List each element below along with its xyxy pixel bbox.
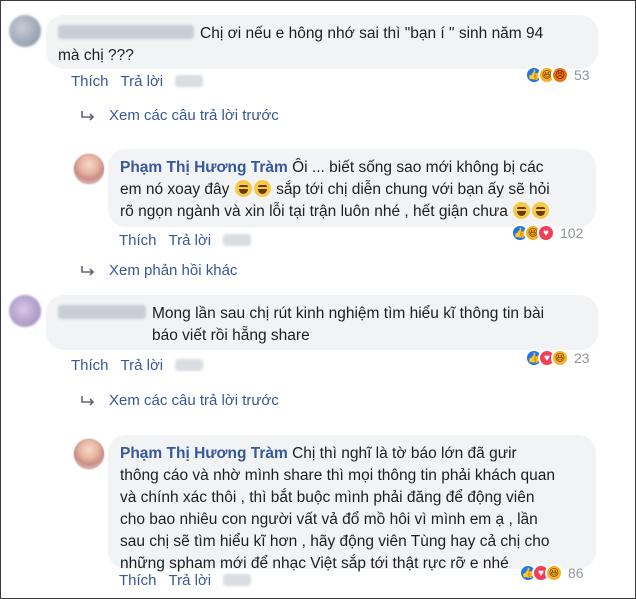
comment-bubble: Phạm Thị Hương Tràm Ôi ... biết sống sao… [108, 149, 596, 227]
reaction-summary[interactable]: 👍 ♥ 😆 23 [525, 349, 590, 367]
comment-text-line: báo viết rồi hẵng share [152, 327, 310, 344]
love-icon: ♥ [537, 224, 555, 242]
comment-text-line: Ôi ... biết sống sao mới không bị các [292, 159, 544, 176]
laughing-emoji-icon [532, 202, 550, 219]
view-more-replies-label: Xem phản hồi khác [109, 262, 238, 279]
comment-text-line: Mong lần sau chị rút kinh nghiệm tìm hiể… [152, 305, 545, 322]
reply-link[interactable]: Trả lời [169, 572, 212, 589]
comment-text-line: cho bao nhiêu con người vất vả đổ mồ hôi… [120, 511, 538, 528]
comment-thread: Chị ơi nếu e hông nhớ sai thì "bạn í " s… [0, 0, 636, 599]
reaction-summary[interactable]: 👍 ♥ 😆 86 [519, 564, 584, 582]
comment-text-line: sắp tới chị diễn chung với bạn ấy sẽ hỏi [276, 181, 550, 198]
view-previous-replies-label: Xem các câu trả lời trước [109, 107, 279, 124]
like-link[interactable]: Thích [119, 572, 157, 589]
reaction-count: 53 [574, 67, 590, 83]
reply-link[interactable]: Trả lời [121, 357, 164, 374]
reply-arrow-icon [81, 265, 95, 276]
comment-text-line: Chị thì nghĩ là tờ báo lớn đã gưir [292, 445, 517, 462]
haha-icon: 😆 [545, 564, 563, 582]
comment-bubble: Chị ơi nếu e hông nhớ sai thì "bạn í " s… [46, 15, 598, 69]
comment-text-line: mà chị ??? [58, 47, 134, 64]
like-link[interactable]: Thích [71, 357, 109, 374]
comment-actions: Thích Trả lời [119, 232, 263, 249]
reply-arrow-icon [81, 110, 95, 121]
comment-actions: Thích Trả lời [71, 73, 215, 90]
comment-text-line: rõ ngọn ngành và xin lỗi tại trận luôn n… [120, 203, 508, 220]
reply-link[interactable]: Trả lời [121, 73, 164, 90]
reaction-count: 23 [574, 350, 590, 366]
like-link[interactable]: Thích [119, 232, 157, 249]
reaction-summary[interactable]: 👍 😆 ♥ 102 [511, 224, 583, 242]
laughing-emoji-icon [234, 180, 252, 197]
comment-text-line: Chị ơi nếu e hông nhớ sai thì "bạn í " s… [200, 25, 544, 42]
comment-text-line: thông cáo và nhờ mình share thì mọi thôn… [120, 467, 555, 484]
comment-bubble: Mong lần sau chị rút kinh nghiệm tìm hiể… [46, 295, 598, 350]
view-previous-replies-link[interactable]: Xem các câu trả lời trước [81, 107, 279, 124]
laughing-emoji-icon [513, 202, 531, 219]
reply-link[interactable]: Trả lời [169, 232, 212, 249]
commenter-name[interactable]: Phạm Thị Hương Tràm [120, 445, 288, 462]
reply-arrow-icon [81, 395, 95, 406]
view-previous-replies-label: Xem các câu trả lời trước [109, 392, 279, 409]
comment-bubble: Phạm Thị Hương Tràm Chị thì nghĩ là tờ b… [108, 435, 596, 572]
reaction-count: 102 [560, 225, 584, 241]
comment-text-line: và chính xác thôi , thì bắt buộc mình ph… [120, 489, 535, 506]
laughing-emoji-icon [253, 180, 271, 197]
blurred-name[interactable] [58, 25, 194, 39]
timestamp[interactable] [175, 75, 204, 87]
angry-icon: 😠 [551, 66, 569, 84]
blurred-name[interactable] [58, 305, 146, 319]
timestamp[interactable] [223, 234, 252, 246]
avatar[interactable] [73, 153, 105, 185]
avatar[interactable] [73, 438, 105, 470]
comment-text-line: em nó xoay đây [120, 181, 230, 198]
haha-icon: 😆 [551, 349, 569, 367]
comment-actions: Thích Trả lời [71, 357, 215, 374]
avatar[interactable] [9, 295, 41, 327]
comment-text-line: sau chị sẽ tìm hiểu kĩ hơn , hãy động vi… [120, 533, 550, 550]
timestamp[interactable] [223, 574, 252, 586]
reaction-count: 86 [568, 565, 584, 581]
avatar[interactable] [9, 15, 41, 47]
commenter-name[interactable]: Phạm Thị Hương Tràm [120, 159, 288, 176]
reaction-summary[interactable]: 👍 😆 😠 53 [525, 66, 590, 84]
view-more-replies-link[interactable]: Xem phản hồi khác [81, 262, 237, 279]
like-link[interactable]: Thích [71, 73, 109, 90]
view-previous-replies-link[interactable]: Xem các câu trả lời trước [81, 392, 279, 409]
timestamp[interactable] [175, 359, 204, 371]
comment-actions: Thích Trả lời [119, 572, 263, 589]
